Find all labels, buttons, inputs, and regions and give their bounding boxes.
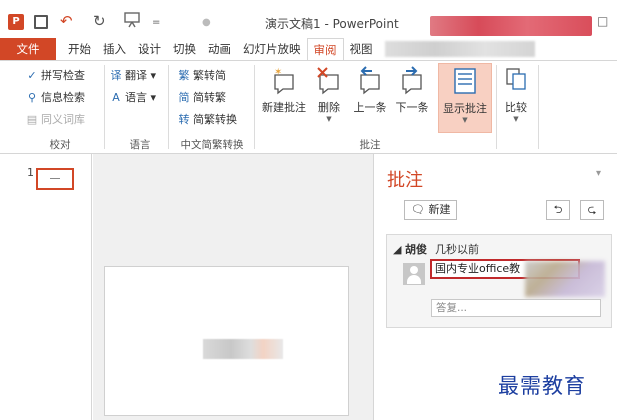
group-label-proofing: 校对 — [49, 139, 71, 151]
powerpoint-app-icon: P — [8, 14, 24, 30]
comment-time: 几秒以前 — [434, 243, 479, 256]
chinese-conversion-button[interactable]: 转简繁转换 — [178, 111, 238, 127]
traditional-to-simplified-button[interactable]: 繁繁转简 — [178, 67, 227, 83]
new-comment-pane-button[interactable]: 🗨︎ 新建 — [404, 200, 458, 220]
tabs-blurred — [384, 41, 535, 57]
tab-view[interactable]: 视图 — [344, 38, 379, 60]
delete-comment-icon — [312, 65, 346, 99]
translate-icon: 译 — [110, 69, 122, 82]
tab-home[interactable]: 开始 — [62, 38, 97, 60]
group-label-comments: 批注 — [359, 139, 381, 151]
tab-design[interactable]: 设计 — [132, 38, 167, 60]
svg-text:✶: ✶ — [274, 67, 282, 78]
comment-header: ◢ 胡俊 几秒以前 — [393, 241, 479, 257]
research-button[interactable]: ⚲ 信息检索 — [26, 89, 85, 105]
comment-card[interactable]: ◢ 胡俊 几秒以前 国内专业office教 答复... — [386, 234, 612, 328]
trad-to-simp-icon: 繁 — [178, 69, 190, 82]
window-minimize-icon[interactable]: □ — [597, 14, 608, 28]
language-icon: A — [112, 91, 120, 104]
ribbon: ✓ 拼写检查 ⚲ 信息检索 ▤ 同义词库 校对 译翻译 ▾ A 语言 ▾ 语言 繁繁转简… — [0, 60, 617, 154]
compare-icon — [500, 65, 532, 99]
slide-content-blurred — [203, 339, 283, 359]
simplified-to-traditional-button[interactable]: 简简转繁 — [178, 89, 227, 105]
thumbnail-placeholder — [50, 178, 60, 179]
group-divider — [168, 65, 169, 149]
next-comment-icon — [392, 65, 432, 99]
language-button[interactable]: A 语言 ▾ — [110, 89, 156, 105]
compare-dropdown-icon[interactable]: ▼ — [500, 115, 532, 123]
customize-quick-access-icon[interactable]: = — [152, 17, 160, 28]
new-comment-button[interactable]: ✶ 新建批注 — [258, 65, 310, 115]
tab-slideshow[interactable]: 幻灯片放映 — [237, 38, 307, 60]
reply-input[interactable]: 答复... — [431, 299, 601, 317]
group-divider — [104, 65, 105, 149]
new-comment-small-icon: 🗨︎ — [411, 203, 425, 216]
tab-file[interactable]: 文件 — [0, 38, 56, 60]
thesaurus-icon: ▤ — [26, 113, 38, 126]
delete-comment-button[interactable]: 删除 ▼ — [312, 65, 346, 123]
previous-arrow-icon: ⮌ — [553, 203, 563, 216]
research-icon: ⚲ — [27, 91, 37, 104]
translate-button[interactable]: 译翻译 ▾ — [110, 67, 157, 83]
slide-number: 1 — [27, 166, 34, 179]
next-comment-button[interactable]: 下一条 — [392, 65, 432, 115]
conversion-icon: 转 — [178, 113, 190, 126]
comments-pane-title: 批注 — [387, 170, 423, 191]
tab-review[interactable]: 审阅 — [306, 37, 344, 61]
separator-dot-icon: ● — [202, 17, 211, 28]
title-bar: P ↶ ↻ = ● 演示文稿1 - PowerPoint □ — [0, 0, 617, 38]
show-comments-button[interactable]: 显示批注 ▼ — [438, 63, 492, 133]
start-from-beginning-icon[interactable] — [124, 12, 142, 32]
save-icon[interactable] — [34, 15, 48, 29]
ribbon-tabs: 文件 开始 插入 设计 切换 动画 幻灯片放映 审阅 视图 — [0, 37, 617, 61]
redo-icon[interactable]: ↻ — [93, 12, 106, 30]
window-title: 演示文稿1 - PowerPoint — [265, 17, 399, 31]
collapse-triangle-icon[interactable]: ◢ — [393, 243, 401, 256]
previous-comment-pane-button[interactable]: ⮌ — [546, 200, 570, 220]
tab-insert[interactable]: 插入 — [97, 38, 132, 60]
delete-dropdown-icon[interactable]: ▼ — [312, 115, 346, 123]
new-comment-icon: ✶ — [258, 65, 310, 99]
previous-comment-icon — [350, 65, 390, 99]
slide-editor — [93, 154, 373, 420]
group-label-chinese-conversion: 中文简繁转换 — [180, 139, 244, 151]
spell-check-button[interactable]: ✓ 拼写检查 — [26, 67, 85, 83]
slide-canvas[interactable] — [104, 266, 349, 416]
show-comments-dropdown-icon[interactable]: ▼ — [439, 116, 491, 124]
watermark: 最需教育 — [498, 374, 586, 398]
undo-icon[interactable]: ↶ — [60, 12, 73, 30]
group-divider — [254, 65, 255, 149]
slide-thumbnail[interactable] — [36, 168, 74, 190]
spell-check-icon: ✓ — [27, 69, 37, 82]
show-comments-icon — [439, 66, 491, 100]
compare-button[interactable]: 比较 ▼ — [500, 65, 532, 123]
comment-author: 胡俊 — [404, 243, 427, 256]
group-divider — [496, 65, 497, 149]
tab-transitions[interactable]: 切换 — [167, 38, 202, 60]
tab-animations[interactable]: 动画 — [202, 38, 237, 60]
group-label-language: 语言 — [129, 139, 151, 151]
slide-thumbnail-pane: 1 — [0, 154, 92, 420]
pane-options-icon[interactable]: ▾ — [596, 168, 601, 179]
next-comment-pane-button[interactable]: ⮎ — [580, 200, 604, 220]
account-blurred — [430, 16, 592, 36]
simp-to-trad-icon: 简 — [178, 91, 190, 104]
previous-comment-button[interactable]: 上一条 — [350, 65, 390, 115]
comment-blurred — [525, 261, 605, 297]
next-arrow-icon: ⮎ — [587, 203, 597, 216]
group-divider — [538, 65, 539, 149]
thesaurus-button[interactable]: ▤ 同义词库 — [26, 111, 85, 127]
avatar — [403, 263, 425, 285]
